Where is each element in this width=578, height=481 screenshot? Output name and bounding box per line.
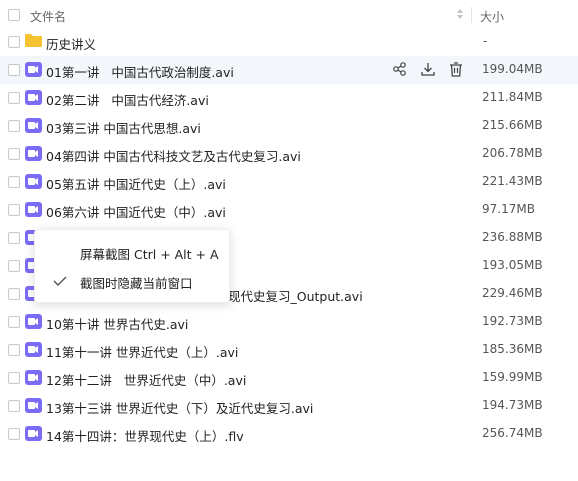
file-row[interactable]: 04第四讲 中国古代科技文艺及古代史复习.avi 206.78MB xyxy=(0,140,578,168)
video-file-icon xyxy=(25,145,42,162)
row-checkbox[interactable] xyxy=(8,372,20,384)
share-icon[interactable] xyxy=(392,61,408,77)
file-name[interactable]: 02第二讲 中国古代经济.avi xyxy=(46,90,209,109)
file-size: 221.43MB xyxy=(482,174,543,188)
download-icon[interactable] xyxy=(420,61,436,77)
select-all-checkbox[interactable] xyxy=(8,9,20,21)
file-name[interactable]: 12第十二讲 世界近代史（中）.avi xyxy=(46,370,246,389)
file-row[interactable]: 05第五讲 中国近代史（上）.avi 221.43MB xyxy=(0,168,578,196)
file-name[interactable]: 05第五讲 中国近代史（上）.avi xyxy=(46,174,226,193)
video-file-icon xyxy=(25,61,42,78)
row-checkbox[interactable] xyxy=(8,120,20,132)
menu-item-label: 截图时隐藏当前窗口 xyxy=(80,276,193,291)
file-name[interactable]: 13第十三讲 世界近代史（下）及近代史复习.avi xyxy=(46,398,313,417)
folder-icon xyxy=(25,33,42,50)
folder-row[interactable]: 历史讲义 - xyxy=(0,28,578,56)
file-name[interactable]: 10第十讲 世界古代史.avi xyxy=(46,314,188,333)
file-row[interactable]: 13第十三讲 世界近代史（下）及近代史复习.avi 194.73MB xyxy=(0,392,578,420)
row-checkbox[interactable] xyxy=(8,204,20,216)
column-divider[interactable] xyxy=(471,7,472,23)
file-name[interactable]: 历史讲义 xyxy=(46,34,96,53)
file-name[interactable]: 04第四讲 中国古代科技文艺及古代史复习.avi xyxy=(46,146,301,165)
row-checkbox[interactable] xyxy=(8,64,20,76)
file-size: 97.17MB xyxy=(482,202,535,216)
row-checkbox[interactable] xyxy=(8,428,20,440)
file-name[interactable]: 14第十四讲：世界现代史（上）.flv xyxy=(46,426,244,445)
file-size: 229.46MB xyxy=(482,286,543,300)
row-checkbox[interactable] xyxy=(8,36,20,48)
video-file-icon xyxy=(25,397,42,414)
menu-item-hide-window[interactable]: 截图时隐藏当前窗口 xyxy=(35,267,229,295)
file-size: 215.66MB xyxy=(482,118,543,132)
file-name[interactable]: 11第十一讲 世界近代史（上）.avi xyxy=(46,342,238,361)
row-checkbox[interactable] xyxy=(8,148,20,160)
file-row[interactable]: 03第三讲 中国古代思想.avi 215.66MB xyxy=(0,112,578,140)
column-header-size[interactable]: 大小 xyxy=(480,8,504,25)
context-menu: 屏幕截图 Ctrl + Alt + A 截图时隐藏当前窗口 xyxy=(34,229,230,303)
video-file-icon xyxy=(25,425,42,442)
row-checkbox[interactable] xyxy=(8,344,20,356)
file-row[interactable]: 06第六讲 中国近代史（中）.avi 97.17MB xyxy=(0,196,578,224)
video-file-icon xyxy=(25,369,42,386)
video-file-icon xyxy=(25,173,42,190)
file-name[interactable]: 03第三讲 中国古代思想.avi xyxy=(46,118,201,137)
video-file-icon xyxy=(25,89,42,106)
file-row[interactable]: 02第二讲 中国古代经济.avi 211.84MB xyxy=(0,84,578,112)
file-size: 185.36MB xyxy=(482,342,543,356)
file-size: 256.74MB xyxy=(482,426,543,440)
file-name[interactable]: 现代史复习_Output.avi xyxy=(228,286,363,305)
row-checkbox[interactable] xyxy=(8,92,20,104)
sort-icon[interactable] xyxy=(456,8,464,20)
file-list-header: 文件名 大小 xyxy=(0,0,578,30)
file-size: 159.99MB xyxy=(482,370,543,384)
file-size: 211.84MB xyxy=(482,90,543,104)
file-row[interactable]: 10第十讲 世界古代史.avi 192.73MB xyxy=(0,308,578,336)
trash-icon[interactable] xyxy=(448,61,464,77)
file-size: - xyxy=(483,34,488,48)
file-size: 199.04MB xyxy=(482,62,543,76)
menu-item-label: 屏幕截图 Ctrl + Alt + A xyxy=(80,247,219,262)
row-checkbox[interactable] xyxy=(8,400,20,412)
row-checkbox[interactable] xyxy=(8,232,20,244)
file-name[interactable]: 06第六讲 中国近代史（中）.avi xyxy=(46,202,226,221)
video-file-icon xyxy=(25,341,42,358)
file-row[interactable]: 01第一讲 中国古代政治制度.avi 199.04MB xyxy=(0,56,578,84)
row-checkbox[interactable] xyxy=(8,260,20,272)
file-size: 206.78MB xyxy=(482,146,543,160)
check-icon xyxy=(53,275,67,286)
scrollbar[interactable] xyxy=(572,28,577,458)
video-file-icon xyxy=(25,313,42,330)
file-size: 236.88MB xyxy=(482,230,543,244)
video-file-icon xyxy=(25,201,42,218)
column-header-name[interactable]: 文件名 xyxy=(30,8,66,25)
row-checkbox[interactable] xyxy=(8,316,20,328)
file-name[interactable]: 01第一讲 中国古代政治制度.avi xyxy=(46,62,234,81)
file-size: 194.73MB xyxy=(482,398,543,412)
file-row[interactable]: 14第十四讲：世界现代史（上）.flv 256.74MB xyxy=(0,420,578,448)
file-row[interactable]: 11第十一讲 世界近代史（上）.avi 185.36MB xyxy=(0,336,578,364)
row-checkbox[interactable] xyxy=(8,176,20,188)
row-checkbox[interactable] xyxy=(8,288,20,300)
menu-item-screenshot[interactable]: 屏幕截图 Ctrl + Alt + A xyxy=(35,238,229,266)
file-size: 193.05MB xyxy=(482,258,543,272)
video-file-icon xyxy=(25,117,42,134)
file-row[interactable]: 12第十二讲 世界近代史（中）.avi 159.99MB xyxy=(0,364,578,392)
file-size: 192.73MB xyxy=(482,314,543,328)
